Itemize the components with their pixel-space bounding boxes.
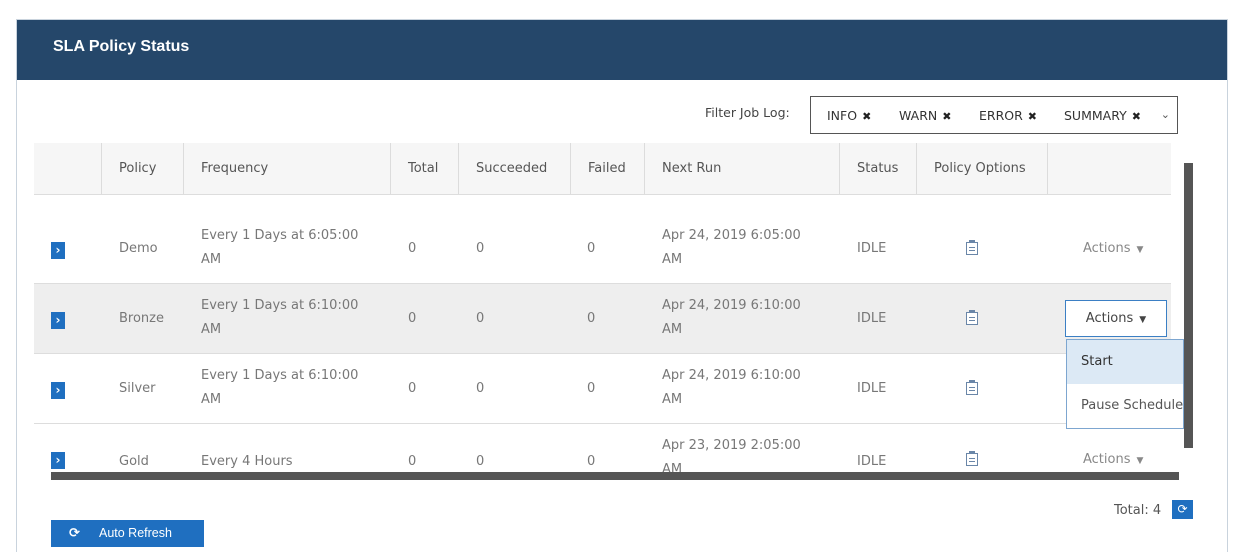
policy-name: Gold	[119, 454, 149, 469]
table-row: › Bronze Every 1 Days at 6:10:00 AM 0 0 …	[34, 284, 1171, 354]
panel-title: SLA Policy Status	[53, 38, 190, 55]
succeeded-value: 0	[476, 311, 485, 326]
remove-chip-icon[interactable]: ✖	[862, 110, 871, 123]
filter-chip-error: ERROR ✖	[979, 108, 1038, 123]
next-run-line2: AM	[662, 322, 683, 337]
next-run-line2: AM	[662, 392, 683, 407]
next-run-line2: AM	[662, 252, 683, 267]
status-value: IDLE	[857, 241, 887, 256]
policy-name: Demo	[119, 241, 158, 256]
actions-dropdown[interactable]: Actions ▼	[1083, 452, 1143, 467]
filter-job-log-label: Filter Job Log:	[705, 105, 790, 120]
horizontal-scrollbar[interactable]	[51, 472, 1179, 480]
clipboard-icon[interactable]	[966, 380, 978, 395]
filter-job-log-select[interactable]: INFO ✖ WARN ✖ ERROR ✖ SUMMARY ✖ ⌄	[810, 96, 1178, 134]
total-value: 0	[408, 454, 417, 469]
next-run-line1: Apr 23, 2019 2:05:00	[662, 438, 801, 453]
header-total[interactable]: Total	[391, 143, 459, 194]
frequency-line1: Every 1 Days at 6:10:00	[201, 298, 359, 313]
failed-value: 0	[587, 241, 596, 256]
remove-chip-icon[interactable]: ✖	[1028, 110, 1037, 123]
chevron-down-icon[interactable]: ⌄	[1161, 108, 1170, 121]
actions-dropdown[interactable]: Actions ▼	[1083, 241, 1143, 256]
caret-down-icon: ▼	[1139, 315, 1147, 325]
filter-chip-info: INFO ✖	[827, 108, 872, 123]
failed-value: 0	[587, 311, 596, 326]
total-value: 0	[408, 381, 417, 396]
header-frequency[interactable]: Frequency	[184, 143, 391, 194]
panel-header: SLA Policy Status	[17, 20, 1227, 80]
failed-value: 0	[587, 454, 596, 469]
vertical-scrollbar[interactable]	[1184, 163, 1193, 448]
next-run-line1: Apr 24, 2019 6:05:00	[662, 228, 801, 243]
header-succeeded[interactable]: Succeeded	[459, 143, 571, 194]
actions-dropdown-open[interactable]: Actions ▼	[1065, 300, 1167, 337]
frequency-line2: AM	[201, 392, 222, 407]
header-next-run[interactable]: Next Run	[645, 143, 840, 194]
caret-down-icon: ▼	[1136, 245, 1144, 255]
filter-chip-warn: WARN ✖	[899, 108, 952, 123]
frequency-value: Every 4 Hours	[201, 454, 293, 469]
table-header: Policy Frequency Total Succeeded Failed …	[34, 143, 1171, 195]
header-policy[interactable]: Policy	[102, 143, 184, 194]
remove-chip-icon[interactable]: ✖	[1132, 110, 1141, 123]
clipboard-icon[interactable]	[966, 451, 978, 466]
failed-value: 0	[587, 381, 596, 396]
frequency-line1: Every 1 Days at 6:10:00	[201, 368, 359, 383]
chevron-right-icon[interactable]: ›	[51, 312, 65, 329]
status-value: IDLE	[857, 311, 887, 326]
table-row: › Silver Every 1 Days at 6:10:00 AM 0 0 …	[34, 354, 1171, 424]
total-value: 0	[408, 241, 417, 256]
policy-table: Policy Frequency Total Succeeded Failed …	[34, 143, 1171, 482]
header-status[interactable]: Status	[840, 143, 917, 194]
header-actions-col	[1048, 143, 1171, 194]
status-value: IDLE	[857, 454, 887, 469]
total-value: 0	[408, 311, 417, 326]
chevron-right-icon[interactable]: ›	[51, 452, 65, 469]
actions-menu: Start Pause Schedule	[1066, 339, 1184, 429]
header-failed[interactable]: Failed	[571, 143, 645, 194]
total-count: Total: 4	[1114, 503, 1162, 518]
next-run-line1: Apr 24, 2019 6:10:00	[662, 368, 801, 383]
frequency-line2: AM	[201, 252, 222, 267]
header-expand-col	[34, 143, 102, 194]
header-policy-options: Policy Options	[917, 143, 1048, 194]
next-run-line1: Apr 24, 2019 6:10:00	[662, 298, 801, 313]
auto-refresh-button[interactable]: ⟳ Auto Refresh	[51, 520, 204, 547]
menu-item-pause-schedule[interactable]: Pause Schedule	[1067, 384, 1183, 428]
policy-name: Silver	[119, 381, 156, 396]
succeeded-value: 0	[476, 454, 485, 469]
menu-item-start[interactable]: Start	[1067, 340, 1183, 384]
refresh-icon[interactable]: ⟳	[1172, 500, 1193, 519]
frequency-line1: Every 1 Days at 6:05:00	[201, 228, 359, 243]
clipboard-icon[interactable]	[966, 240, 978, 255]
chevron-right-icon[interactable]: ›	[51, 382, 65, 399]
succeeded-value: 0	[476, 381, 485, 396]
clipboard-icon[interactable]	[966, 310, 978, 325]
refresh-icon: ⟳	[69, 526, 80, 541]
frequency-line2: AM	[201, 322, 222, 337]
filter-chip-summary: SUMMARY ✖	[1064, 108, 1141, 123]
table-row: › Demo Every 1 Days at 6:05:00 AM 0 0 0 …	[34, 214, 1171, 284]
status-value: IDLE	[857, 381, 887, 396]
succeeded-value: 0	[476, 241, 485, 256]
chevron-right-icon[interactable]: ›	[51, 242, 65, 259]
policy-name: Bronze	[119, 311, 164, 326]
remove-chip-icon[interactable]: ✖	[942, 110, 951, 123]
caret-down-icon: ▼	[1136, 456, 1144, 466]
